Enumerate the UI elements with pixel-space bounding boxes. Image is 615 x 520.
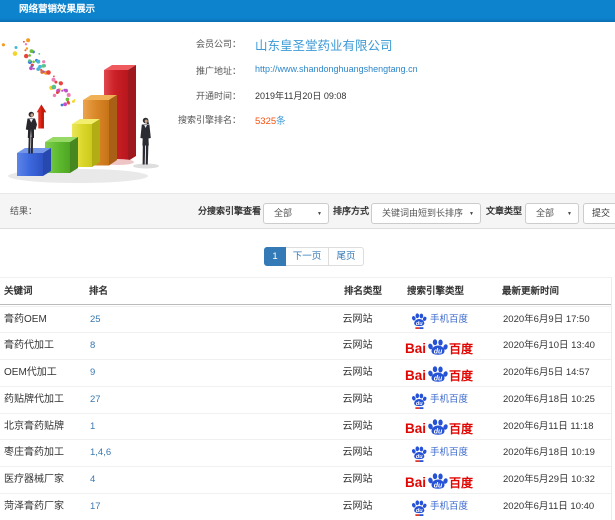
- svg-text:Bai: Bai: [405, 368, 426, 383]
- svg-text:du: du: [434, 429, 443, 436]
- svg-text:百度: 百度: [449, 368, 474, 383]
- svg-text:Bai: Bai: [405, 341, 426, 356]
- svg-text:百度: 百度: [449, 421, 474, 436]
- svg-text:百度: 百度: [449, 475, 474, 490]
- svg-text:Bai: Bai: [405, 421, 426, 436]
- svg-text:百度: 百度: [449, 341, 474, 356]
- svg-text:du: du: [434, 375, 443, 382]
- svg-text:du: du: [416, 455, 423, 461]
- svg-text:du: du: [434, 348, 443, 355]
- svg-text:du: du: [416, 321, 423, 327]
- svg-text:du: du: [416, 401, 423, 407]
- svg-text:Bai: Bai: [405, 475, 426, 490]
- svg-text:du: du: [416, 508, 423, 514]
- svg-text:du: du: [434, 482, 443, 489]
